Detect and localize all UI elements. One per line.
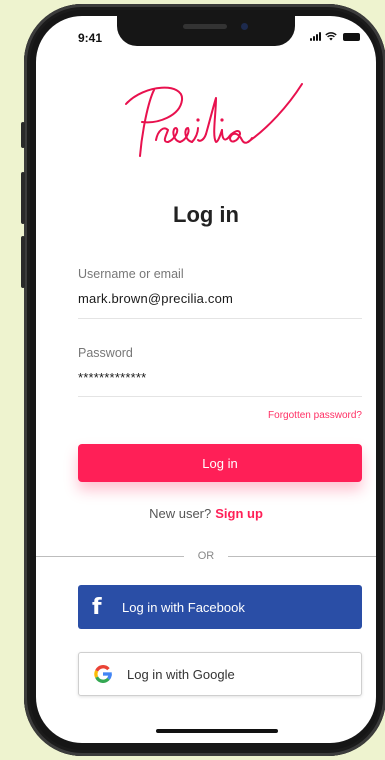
password-label: Password xyxy=(78,346,133,360)
facebook-button-label: Log in with Facebook xyxy=(122,599,245,615)
front-camera xyxy=(241,23,248,30)
signup-row: New user? Sign up xyxy=(36,506,376,521)
home-indicator xyxy=(156,729,278,733)
divider-line-right xyxy=(228,556,376,557)
page-title: Log in xyxy=(173,202,239,227)
signup-link[interactable]: Sign up xyxy=(215,506,263,521)
password-underline xyxy=(78,396,362,397)
username-label: Username or email xyxy=(78,267,184,281)
notch xyxy=(117,16,295,46)
username-input[interactable]: mark.brown@precilia.com xyxy=(78,291,233,306)
new-user-text: New user? xyxy=(149,506,212,521)
google-button-label: Log in with Google xyxy=(127,666,235,682)
username-underline xyxy=(78,318,362,319)
password-input[interactable]: ************* xyxy=(78,370,146,385)
facebook-login-button[interactable]: f Log in with Facebook xyxy=(78,585,362,629)
screen: 9:41 Log in Username or email mark.brown… xyxy=(36,16,376,743)
forgot-password-link[interactable]: Forgotten password? xyxy=(268,410,362,421)
battery-icon xyxy=(343,33,360,41)
signal-icon xyxy=(310,32,321,41)
speaker xyxy=(183,24,227,29)
login-button[interactable]: Log in xyxy=(78,444,362,482)
facebook-icon: f xyxy=(92,594,102,620)
volume-up-button xyxy=(21,172,25,224)
login-button-label: Log in xyxy=(202,455,238,471)
google-icon xyxy=(94,665,112,683)
status-time: 9:41 xyxy=(78,31,103,45)
or-divider: OR xyxy=(36,549,376,563)
status-icons xyxy=(310,32,360,41)
volume-down-button xyxy=(21,236,25,288)
phone-frame: 9:41 Log in Username or email mark.brown… xyxy=(21,4,385,756)
brand-logo xyxy=(125,83,303,157)
google-login-button[interactable]: Log in with Google xyxy=(78,652,362,696)
wifi-icon xyxy=(325,32,337,41)
mute-switch xyxy=(21,122,25,148)
